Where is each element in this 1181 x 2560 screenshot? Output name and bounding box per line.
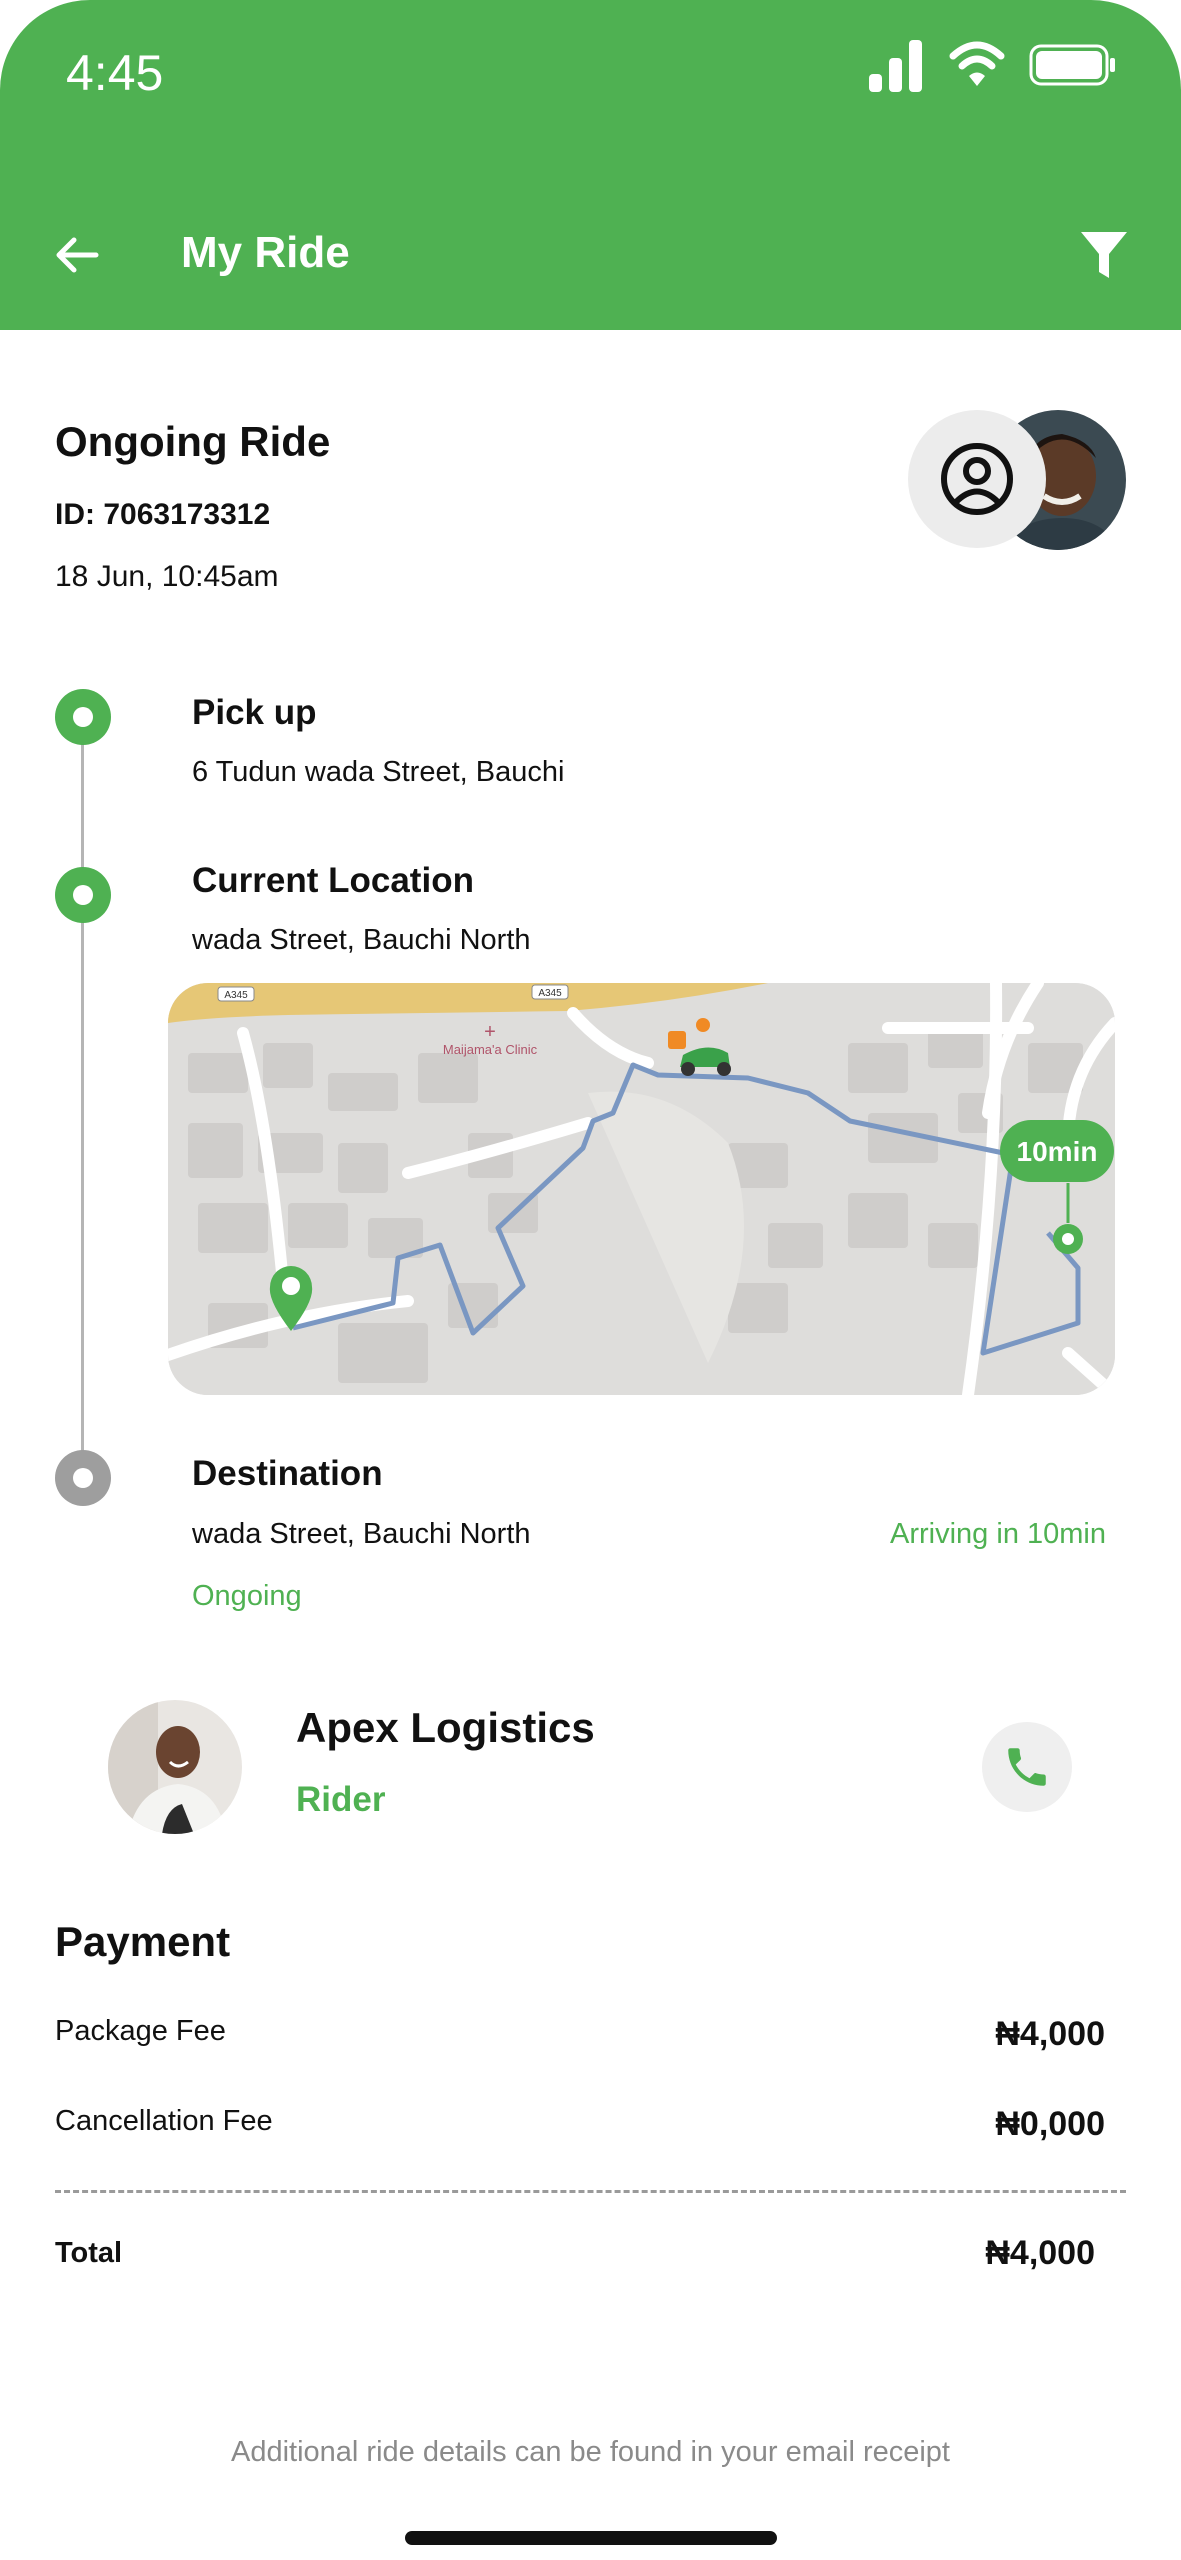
package-fee-value: ₦4,000 (995, 2015, 1105, 2053)
timeline-line (81, 718, 84, 1478)
rider-photo-image (108, 1700, 242, 1834)
current-location-label: Current Location (192, 861, 474, 900)
total-label: Total (55, 2237, 123, 2269)
pickup-address: 6 Tudun wada Street, Bauchi (192, 756, 565, 788)
destination-label: Destination (192, 1454, 383, 1493)
pickup-label: Pick up (192, 693, 317, 732)
cancellation-fee-label: Cancellation Fee (55, 2105, 273, 2137)
destination-marker-icon (55, 1450, 111, 1506)
ride-title: Ongoing Ride (55, 418, 331, 465)
receipt-note: Additional ride details can be found in … (231, 2436, 950, 2468)
clinic-icon: + (484, 1021, 496, 1043)
ride-id: ID: 7063173312 (55, 498, 271, 531)
payment-title: Payment (55, 1918, 231, 1965)
road-label: A345 (538, 988, 562, 999)
ride-date: 18 Jun, 10:45am (55, 560, 279, 593)
package-fee-label: Package Fee (55, 2015, 226, 2047)
arrival-eta: Arriving in 10min (890, 1518, 1106, 1550)
battery-icon (1029, 44, 1115, 86)
current-location-address: wada Street, Bauchi North (192, 924, 531, 956)
app-header: 4:45 My Ride (0, 0, 1181, 330)
phone-icon (1008, 1748, 1046, 1786)
current-location-marker-icon (55, 867, 111, 923)
eta-badge: 10min (1017, 1136, 1098, 1167)
user-circle-icon (941, 443, 1013, 515)
route-map[interactable]: A345 A345 + Maijama'a Clinic 10min (168, 983, 1115, 1395)
wifi-icon (949, 41, 1005, 86)
back-arrow-icon[interactable] (52, 230, 102, 280)
page-title: My Ride (181, 228, 350, 277)
signal-icon (869, 40, 922, 92)
ride-status: Ongoing (192, 1580, 302, 1612)
call-rider-button[interactable] (982, 1722, 1072, 1812)
destination-address: wada Street, Bauchi North (192, 1518, 531, 1550)
map-canvas: A345 A345 + Maijama'a Clinic 10min (168, 983, 1115, 1395)
rider-avatar (108, 1700, 242, 1834)
profile-button[interactable] (908, 410, 1046, 548)
clinic-label: Maijama'a Clinic (443, 1042, 538, 1057)
status-icons (869, 38, 1117, 92)
pickup-marker-icon (55, 689, 111, 745)
filter-icon[interactable] (1079, 230, 1129, 282)
rider-name: Apex Logistics (296, 1704, 595, 1751)
phone-screen: 4:45 My Ride Ongoing Ride ID: 7063173312… (0, 0, 1181, 2560)
payment-divider (55, 2190, 1126, 2193)
total-value: ₦4,000 (985, 2234, 1095, 2272)
road-label: A345 (224, 990, 248, 1001)
status-time: 4:45 (66, 45, 164, 101)
home-indicator[interactable] (405, 2531, 777, 2545)
rider-role: Rider (296, 1780, 386, 1819)
cancellation-fee-value: ₦0,000 (995, 2105, 1105, 2143)
